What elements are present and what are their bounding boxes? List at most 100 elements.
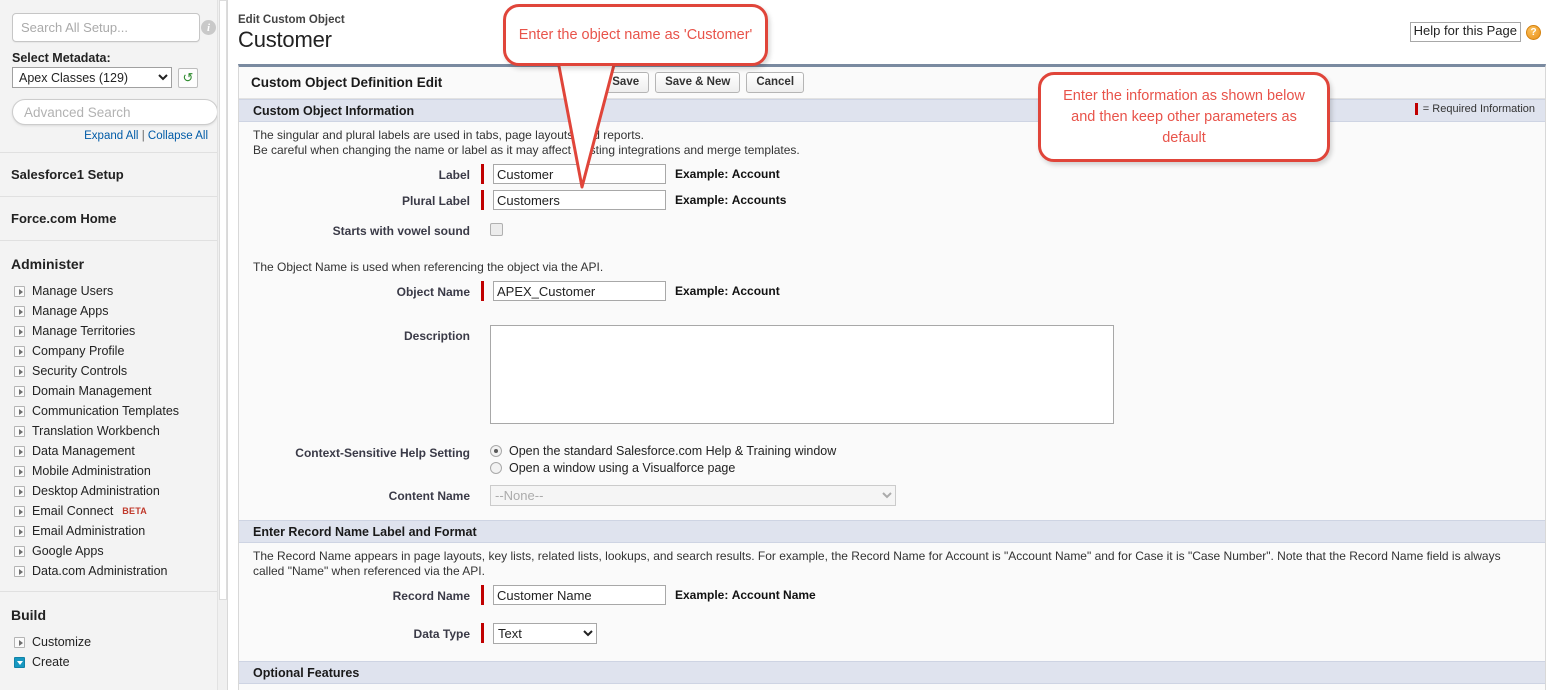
example-prefix: Example: [675,193,729,207]
sidebar-item-customize[interactable]: Customize [0,632,218,652]
sidebar-item-label: Manage Apps [32,304,109,318]
chevron-right-icon [14,285,25,297]
plural-label-example: Example: Accounts [675,190,786,207]
sidebar-item-manage-territories[interactable]: Manage Territories [0,321,218,341]
sidebar-item-company-profile[interactable]: Company Profile [0,341,218,361]
advanced-search-input[interactable] [13,103,217,121]
sidebar-item-label: Email Connect [32,504,114,518]
sidebar-item-email-administration[interactable]: Email Administration [0,521,218,541]
chevron-down-icon [14,656,25,668]
chevron-right-icon [14,485,25,497]
save-and-new-button[interactable]: Save & New [655,72,741,93]
record-name-field-label: Record Name [392,589,470,603]
panel-title: Custom Object Definition Edit [251,75,443,90]
required-marker-icon [1414,103,1418,115]
sidebar-item-translation-workbench[interactable]: Translation Workbench [0,421,218,441]
section-title: Custom Object Information [253,103,415,118]
sidebar-item-google-apps[interactable]: Google Apps [0,541,218,561]
metadata-row: Apex Classes (129) ↺ [12,67,218,88]
info-icon[interactable]: i [201,20,216,35]
radio-on-icon [490,445,502,457]
sidebar-group-title-administer: Administer [11,256,85,272]
sidebar-item-label: Mobile Administration [32,464,151,478]
sidebar-item-label: Communication Templates [32,404,180,418]
field-row-object-name: Object Name Example: Account [239,281,1545,301]
sidebar-block-forcecom: Force.com Home [0,196,218,240]
chevron-right-icon [14,425,25,437]
sidebar-item-communication-templates[interactable]: Communication Templates [0,401,218,421]
chevron-right-icon [14,465,25,477]
description-textarea[interactable] [490,325,1114,424]
required-information-note: = Required Information [1414,103,1535,115]
sidebar-item-security-controls[interactable]: Security Controls [0,361,218,381]
object-name-input[interactable] [493,281,666,301]
vowel-sound-label: Starts with vowel sound [332,224,470,238]
sidebar-item-label: Manage Territories [32,324,136,338]
radio-standard-help[interactable]: Open the standard Salesforce.com Help & … [490,444,836,458]
label-field-label: Label [438,168,470,182]
sidebar-item-forcecom-home[interactable]: Force.com Home [0,197,218,240]
sidebar-item-manage-users[interactable]: Manage Users [0,281,218,301]
breadcrumb: Edit Custom Object [238,14,345,26]
sidebar-item-domain-management[interactable]: Domain Management [0,381,218,401]
content-name-select[interactable]: --None-- [490,485,896,506]
radio-visualforce-help[interactable]: Open a window using a Visualforce page [490,461,836,475]
sidebar-item-create[interactable]: Create [0,652,218,672]
radio-label: Open the standard Salesforce.com Help & … [509,444,837,458]
search-input[interactable] [13,15,201,40]
starts-with-vowel-checkbox[interactable] [490,223,503,236]
callout-enter-object-name: Enter the object name as 'Customer' [503,4,768,66]
required-marker-icon [481,585,484,605]
section-header-custom-object-information: Custom Object Information = Required Inf… [239,99,1545,122]
sidebar-item-manage-apps[interactable]: Manage Apps [0,301,218,321]
sidebar-block-salesforce1: Salesforce1 Setup [0,152,218,196]
question-mark-icon: ? [1526,24,1541,40]
metadata-select[interactable]: Apex Classes (129) [12,67,172,88]
cancel-button[interactable]: Cancel [746,72,805,93]
sidebar-item-label: Company Profile [32,344,125,358]
sidebar-scrollbar[interactable] [217,0,227,690]
page-title: Customer [238,27,332,52]
chevron-right-icon [14,385,25,397]
help-for-this-page-link[interactable]: Help for this Page ? [1409,22,1541,42]
setup-sidebar: i Select Metadata: Apex Classes (129) ↺ … [0,0,228,690]
chevron-right-icon [14,405,25,417]
advanced-search-box[interactable] [12,99,218,125]
radio-off-icon [490,462,502,474]
chevron-right-icon [14,365,25,377]
collapse-all-link[interactable]: Collapse All [148,130,208,142]
expand-all-link[interactable]: Expand All [84,130,138,142]
sidebar-item-label: Desktop Administration [32,484,160,498]
refresh-icon[interactable]: ↺ [178,67,198,88]
chevron-right-icon [14,345,25,357]
sidebar-item-label: Security Controls [32,364,128,378]
sidebar-group-build: Build Customize Create [0,591,218,672]
chevron-right-icon [14,505,25,517]
sidebar-item-desktop-administration[interactable]: Desktop Administration [0,481,218,501]
sidebar-item-label: Data.com Administration [32,564,168,578]
sidebar-item-salesforce1-setup[interactable]: Salesforce1 Setup [0,153,218,196]
sidebar-scrollbar-thumb[interactable] [219,0,227,600]
sidebar-item-email-connect[interactable]: Email Connect BETA [0,501,218,521]
sidebar-item-data-management[interactable]: Data Management [0,441,218,461]
sidebar-item-label: Data Management [32,444,135,458]
object-info-help-line1: The singular and plural labels are used … [253,128,644,142]
object-name-field-label: Object Name [396,285,470,299]
example-value: Account [731,167,780,181]
help-setting-field-label: Context-Sensitive Help Setting [295,446,470,460]
example-prefix: Example: [675,588,729,602]
required-marker-icon [481,164,484,184]
data-type-field-label: Data Type [413,627,470,641]
help-link-label: Help for this Page [1409,22,1521,42]
custom-object-definition-panel: Custom Object Definition Edit Save Save … [238,64,1546,690]
record-name-input[interactable] [493,585,666,605]
search-all-setup-box[interactable]: i [12,13,222,42]
description-field-label: Description [403,329,470,343]
chevron-right-icon [14,525,25,537]
example-prefix: Example: [675,284,729,298]
data-type-select[interactable]: Text [493,623,597,644]
sidebar-group-title-build: Build [11,607,46,623]
sidebar-item-label: Google Apps [32,544,104,558]
sidebar-item-datacom-administration[interactable]: Data.com Administration [0,561,218,581]
sidebar-item-mobile-administration[interactable]: Mobile Administration [0,461,218,481]
